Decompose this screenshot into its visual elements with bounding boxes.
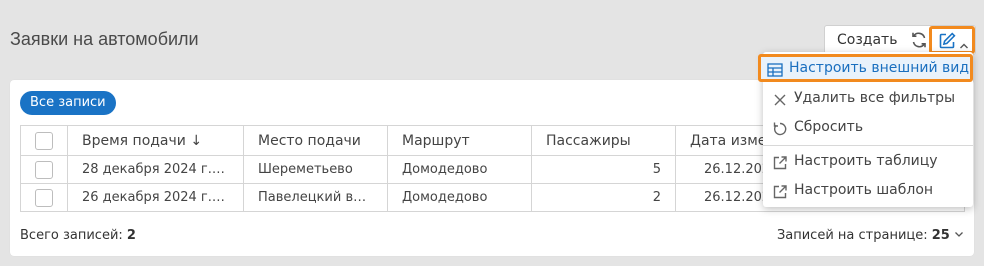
menu-item-configure-table[interactable]: Настроить таблицу xyxy=(763,147,973,175)
menu-divider xyxy=(763,145,973,146)
cell-passengers: 2 xyxy=(531,183,676,212)
create-button[interactable]: Создать xyxy=(837,32,897,48)
page-title: Заявки на автомобили xyxy=(10,29,199,49)
table-layout-icon xyxy=(767,60,783,77)
cell-route: Домодедово xyxy=(387,155,532,184)
cell-time: 28 декабря 2024 г. 15:00 xyxy=(67,155,244,184)
per-page-value: 25 xyxy=(931,228,950,243)
total-records: Всего записей: 2 xyxy=(20,228,136,243)
all-records-filter[interactable]: Все записи xyxy=(20,91,116,115)
menu-item-configure-template[interactable]: Настроить шаблон xyxy=(763,176,973,204)
column-header-place[interactable]: Место подачи xyxy=(243,125,388,156)
row-select-cell[interactable] xyxy=(20,183,68,212)
reset-icon xyxy=(772,119,788,136)
view-settings-menu: Настроить внешний вид Удалить все фильтр… xyxy=(758,52,973,207)
row-checkbox[interactable] xyxy=(35,160,53,179)
menu-item-label: Настроить шаблон xyxy=(794,182,934,198)
row-select-cell[interactable] xyxy=(20,155,68,184)
cell-place: Шереметьево xyxy=(243,155,388,184)
cell-place: Павелецкий вокзал xyxy=(243,183,388,212)
close-icon xyxy=(772,90,788,106)
menu-item-label: Сбросить xyxy=(794,119,864,135)
row-checkbox[interactable] xyxy=(35,188,53,207)
select-all-cell[interactable] xyxy=(20,125,68,156)
menu-item-clear-filters[interactable]: Удалить все фильтры xyxy=(763,84,973,112)
chevron-down-icon xyxy=(954,228,964,243)
view-settings-button[interactable] xyxy=(929,26,975,54)
per-page-selector[interactable]: Записей на странице: 25 xyxy=(777,228,964,243)
external-link-icon xyxy=(772,182,788,199)
column-header-time[interactable]: Время подачи ↓ xyxy=(67,125,244,156)
menu-item-label: Настроить внешний вид xyxy=(789,60,970,76)
total-records-value: 2 xyxy=(126,228,136,243)
cell-passengers: 5 xyxy=(531,155,676,184)
refresh-icon[interactable] xyxy=(909,30,929,50)
menu-item-label: Удалить все фильтры xyxy=(794,90,956,106)
menu-item-reset[interactable]: Сбросить xyxy=(763,113,973,141)
column-header-passengers[interactable]: Пассажиры xyxy=(531,125,676,156)
total-records-label: Всего записей: xyxy=(20,228,123,243)
select-all-checkbox[interactable] xyxy=(35,131,53,150)
menu-item-label: Настроить таблицу xyxy=(794,153,938,169)
menu-item-customize-view[interactable]: Настроить внешний вид xyxy=(758,54,973,82)
external-link-icon xyxy=(772,153,788,170)
column-header-route[interactable]: Маршрут xyxy=(387,125,532,156)
cell-time: 26 декабря 2024 г. 15:00 xyxy=(67,183,244,212)
cell-route: Домодедово xyxy=(387,183,532,212)
per-page-label: Записей на странице: xyxy=(776,228,928,243)
